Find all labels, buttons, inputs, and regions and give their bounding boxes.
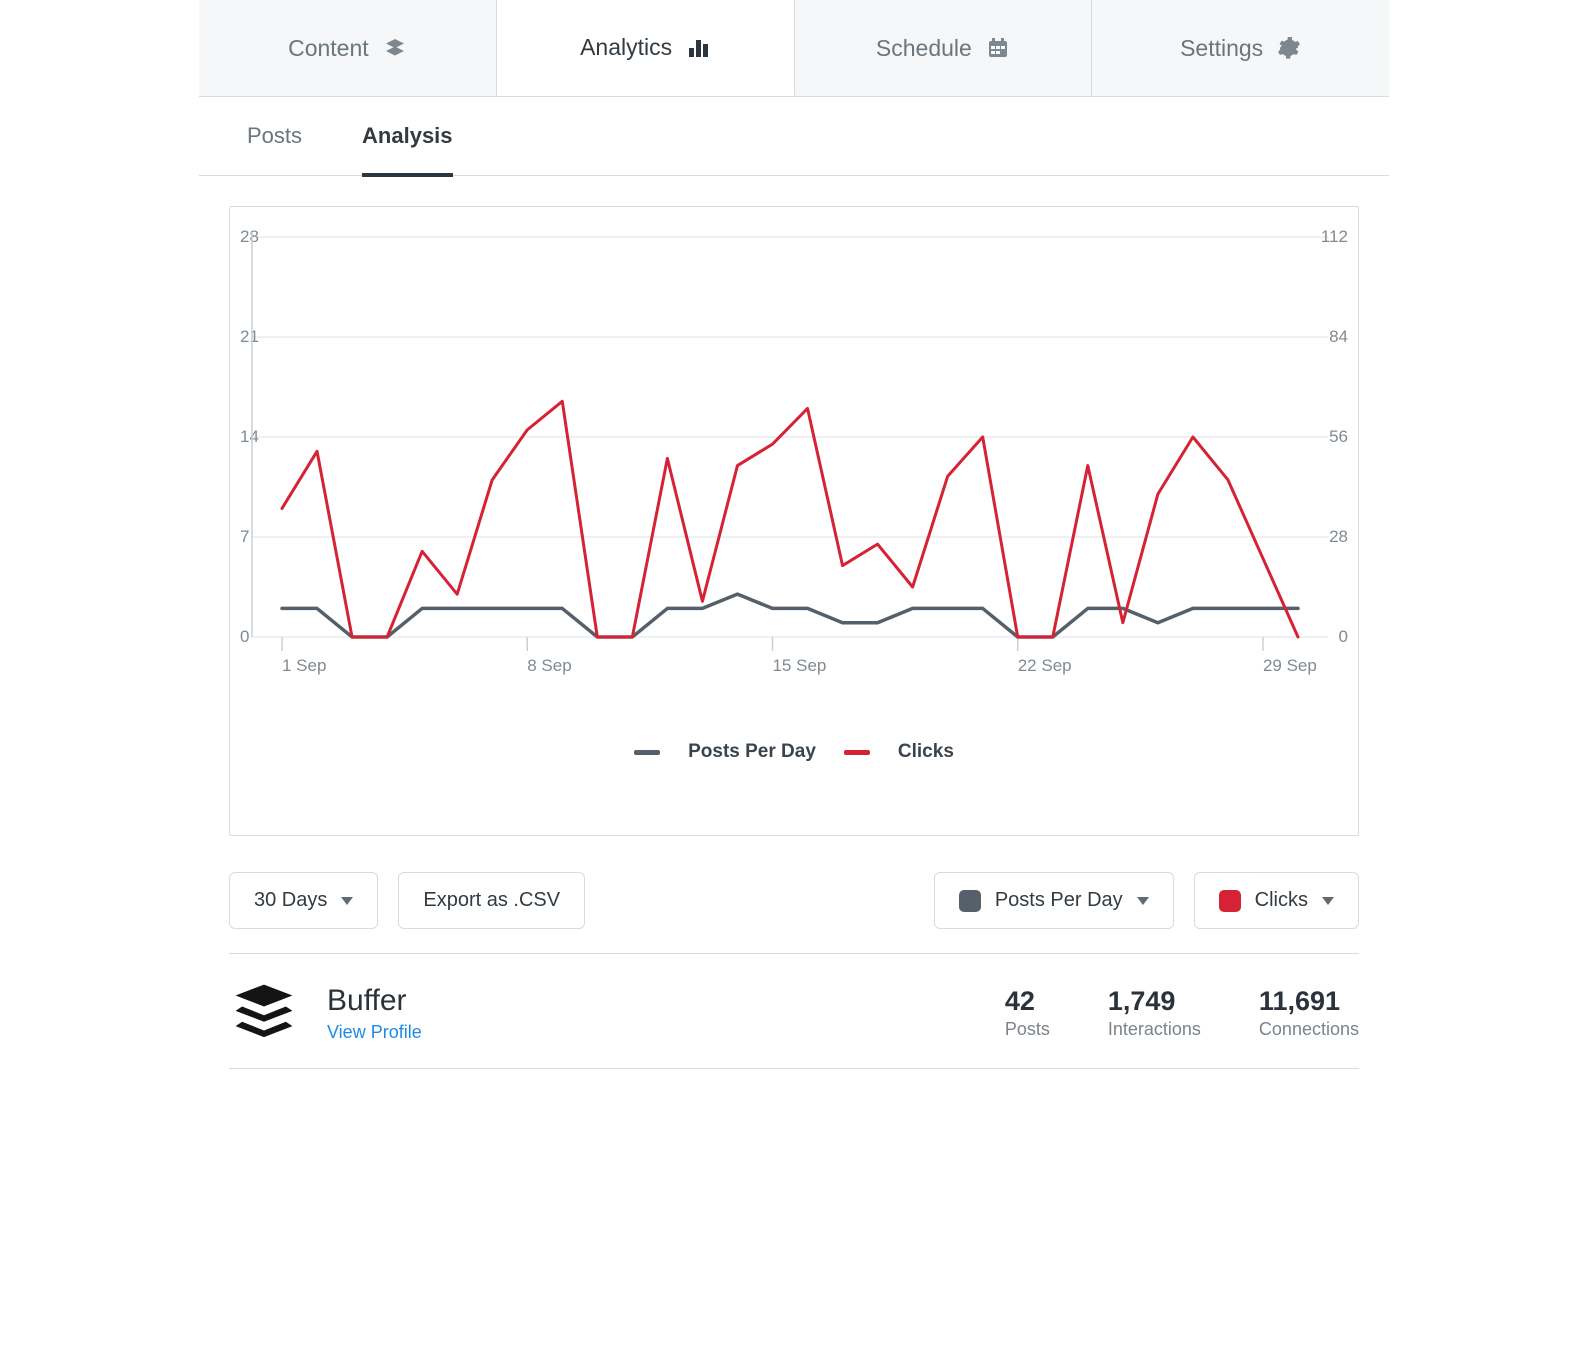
stat-posts: 42 Posts	[1005, 986, 1050, 1040]
svg-text:21: 21	[240, 327, 259, 346]
svg-text:28: 28	[1329, 527, 1348, 546]
export-csv-button[interactable]: Export as .CSV	[398, 872, 585, 929]
subtab-posts[interactable]: Posts	[247, 97, 302, 175]
svg-text:29 Sep: 29 Sep	[1263, 656, 1317, 675]
legend-swatch-clicks	[844, 750, 870, 755]
buffer-logo-icon	[229, 978, 299, 1048]
stat-connections-value: 11,691	[1259, 986, 1359, 1017]
chevron-down-icon	[341, 897, 353, 905]
chart-legend: Posts Per Day Clicks	[230, 717, 1358, 835]
calendar-icon	[986, 36, 1010, 60]
profile-row: Buffer View Profile 42 Posts 1,749 Inter…	[199, 954, 1389, 1068]
stat-posts-label: Posts	[1005, 1019, 1050, 1040]
metric-color-posts	[959, 890, 981, 912]
stat-interactions: 1,749 Interactions	[1108, 986, 1201, 1040]
right-metric-label: Clicks	[1255, 889, 1308, 912]
stat-posts-value: 42	[1005, 986, 1050, 1017]
legend-swatch-posts	[634, 750, 660, 755]
chevron-down-icon	[1322, 897, 1334, 905]
stat-connections: 11,691 Connections	[1259, 986, 1359, 1040]
sub-tabs: Posts Analysis	[199, 97, 1389, 176]
svg-text:56: 56	[1329, 427, 1348, 446]
profile-stats: 42 Posts 1,749 Interactions 11,691 Conne…	[1005, 986, 1359, 1040]
layers-icon	[383, 36, 407, 60]
subtab-analysis[interactable]: Analysis	[362, 97, 453, 175]
svg-text:7: 7	[240, 527, 249, 546]
svg-text:1 Sep: 1 Sep	[282, 656, 326, 675]
svg-text:0: 0	[1339, 627, 1348, 646]
subtab-posts-label: Posts	[247, 123, 302, 148]
bar-chart-icon	[686, 36, 710, 60]
chevron-down-icon	[1137, 897, 1149, 905]
tab-schedule-label: Schedule	[876, 35, 972, 62]
left-metric-dropdown[interactable]: Posts Per Day	[934, 872, 1174, 929]
view-profile-link[interactable]: View Profile	[327, 1022, 422, 1043]
legend-label-posts: Posts Per Day	[688, 741, 816, 763]
svg-text:0: 0	[240, 627, 249, 646]
tab-schedule[interactable]: Schedule	[795, 0, 1093, 96]
svg-text:22 Sep: 22 Sep	[1018, 656, 1072, 675]
subtab-analysis-label: Analysis	[362, 123, 453, 148]
controls-row: 30 Days Export as .CSV Posts Per Day Cli…	[199, 836, 1389, 953]
profile-info: Buffer View Profile	[327, 984, 422, 1043]
right-metric-dropdown[interactable]: Clicks	[1194, 872, 1359, 929]
tab-settings[interactable]: Settings	[1092, 0, 1389, 96]
stat-interactions-label: Interactions	[1108, 1019, 1201, 1040]
top-tabs: Content Analytics Schedule Settings	[199, 0, 1389, 97]
svg-text:28: 28	[240, 227, 259, 246]
tab-analytics-label: Analytics	[580, 34, 672, 61]
stat-interactions-value: 1,749	[1108, 986, 1201, 1017]
svg-text:14: 14	[240, 427, 259, 446]
divider	[229, 1068, 1359, 1069]
metric-color-clicks	[1219, 890, 1241, 912]
tab-content-label: Content	[288, 35, 369, 62]
svg-text:84: 84	[1329, 327, 1348, 346]
stat-connections-label: Connections	[1259, 1019, 1359, 1040]
left-metric-label: Posts Per Day	[995, 889, 1123, 912]
range-label: 30 Days	[254, 889, 327, 912]
chart-card: 0 7 14 21 28 0 28 56 84 112 1 Sep 8 Sep 15 Sep 22 Sep…	[229, 206, 1359, 836]
export-label: Export as .CSV	[423, 889, 560, 912]
svg-text:15 Sep: 15 Sep	[772, 656, 826, 675]
svg-text:112: 112	[1321, 227, 1348, 246]
svg-text:8 Sep: 8 Sep	[527, 656, 571, 675]
legend-label-clicks: Clicks	[898, 741, 954, 763]
range-dropdown[interactable]: 30 Days	[229, 872, 378, 929]
tab-settings-label: Settings	[1180, 35, 1263, 62]
analytics-chart: 0 7 14 21 28 0 28 56 84 112 1 Sep 8 Sep 15 Sep 22 Sep…	[230, 207, 1358, 707]
gear-icon	[1277, 36, 1301, 60]
tab-content[interactable]: Content	[199, 0, 497, 96]
tab-analytics[interactable]: Analytics	[497, 0, 795, 96]
profile-name: Buffer	[327, 984, 422, 1018]
